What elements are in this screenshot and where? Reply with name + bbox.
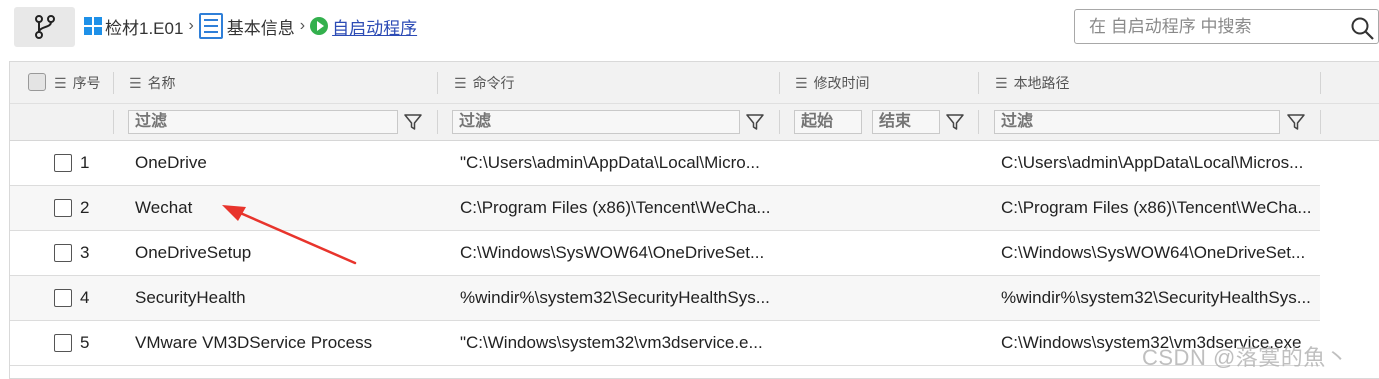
column-divider[interactable] — [779, 72, 780, 94]
column-header-mtime-label: 修改时间 — [813, 75, 870, 91]
column-divider — [437, 110, 438, 134]
breadcrumb-autostart-label[interactable]: 自启动程序 — [332, 14, 417, 39]
filter-icon[interactable] — [1286, 112, 1306, 132]
column-divider[interactable] — [978, 72, 979, 94]
column-header-cmd[interactable]: ☰ 命令行 — [454, 62, 515, 104]
breadcrumb-evidence-label: 检材1.E01 — [105, 18, 184, 38]
row-checkbox[interactable] — [54, 334, 72, 352]
column-header-seq[interactable]: ☰ 序号 — [54, 62, 101, 104]
column-divider — [113, 110, 114, 134]
row-number: 5 — [80, 333, 90, 352]
filter-icon[interactable] — [403, 112, 423, 132]
name-filter-input[interactable] — [128, 110, 398, 134]
select-all-checkbox[interactable] — [28, 73, 46, 91]
row-name: Wechat — [135, 198, 193, 217]
branch-icon — [34, 15, 55, 39]
row-path: C:\Program Files (x86)\Tencent\WeCha... — [1001, 198, 1312, 217]
row-command: "C:\Windows\system32\vm3dservice.e... — [460, 333, 763, 352]
row-name: VMware VM3DService Process — [135, 333, 373, 352]
table-header: ☰ 序号 ☰ 名称 ☰ 命令行 ☰ 修改时间 ☰ 本地路径 — [10, 62, 1379, 104]
column-menu-icon: ☰ — [54, 74, 67, 91]
column-header-seq-label: 序号 — [72, 75, 101, 91]
table-row[interactable]: 2 Wechat C:\Program Files (x86)\Tencent\… — [10, 186, 1320, 231]
row-checkbox[interactable] — [54, 199, 72, 217]
column-menu-icon: ☰ — [129, 74, 142, 91]
column-divider — [978, 110, 979, 134]
watermark: CSDN @落寞的魚丶 — [1142, 345, 1349, 370]
filter-icon[interactable] — [745, 112, 765, 132]
column-divider — [1320, 110, 1321, 134]
row-path: C:\Windows\SysWOW64\OneDriveSet... — [1001, 243, 1306, 262]
table-row[interactable]: 3 OneDriveSetup C:\Windows\SysWOW64\OneD… — [10, 231, 1320, 276]
row-checkbox[interactable] — [54, 154, 72, 172]
column-menu-icon: ☰ — [995, 74, 1008, 91]
row-checkbox[interactable] — [54, 244, 72, 262]
path-filter-input[interactable] — [994, 110, 1280, 134]
column-header-path[interactable]: ☰ 本地路径 — [995, 62, 1070, 104]
mtime-end-input[interactable] — [872, 110, 940, 134]
column-divider[interactable] — [1320, 72, 1321, 94]
table-row[interactable]: 4 SecurityHealth %windir%\system32\Secur… — [10, 276, 1320, 321]
column-menu-icon: ☰ — [795, 74, 808, 91]
column-header-path-label: 本地路径 — [1013, 75, 1070, 91]
filter-icon[interactable] — [945, 112, 965, 132]
column-header-cmd-label: 命令行 — [472, 75, 515, 91]
column-divider[interactable] — [437, 72, 438, 94]
row-name: OneDrive — [135, 153, 207, 172]
toolbar: 检材1.E01 › 基本信息 › 自启动程序 — [0, 0, 1379, 56]
column-menu-icon: ☰ — [454, 74, 467, 91]
column-header-name[interactable]: ☰ 名称 — [129, 62, 176, 104]
column-divider[interactable] — [113, 72, 114, 94]
search-icon[interactable] — [1350, 16, 1376, 40]
mtime-start-input[interactable] — [794, 110, 862, 134]
row-command: C:\Program Files (x86)\Tencent\WeCha... — [460, 198, 771, 217]
play-icon — [310, 17, 329, 35]
list-icon — [198, 13, 223, 39]
row-number: 4 — [80, 288, 90, 307]
search-box — [1074, 9, 1379, 44]
row-number: 3 — [80, 243, 90, 262]
breadcrumb-autostart[interactable]: 自启动程序 — [310, 14, 417, 39]
breadcrumb-separator: › — [188, 17, 194, 34]
row-name: OneDriveSetup — [135, 243, 252, 262]
autostart-table: ☰ 序号 ☰ 名称 ☰ 命令行 ☰ 修改时间 ☰ 本地路径 过滤 过滤 起始 结… — [9, 61, 1379, 379]
row-number: 2 — [80, 198, 90, 217]
row-command: C:\Windows\SysWOW64\OneDriveSet... — [460, 243, 765, 262]
breadcrumb-separator: › — [299, 17, 306, 34]
search-input[interactable] — [1075, 16, 1335, 37]
breadcrumb-basic-info[interactable]: 基本信息 — [198, 13, 295, 39]
row-name: SecurityHealth — [135, 288, 246, 307]
breadcrumb: 检材1.E01 › 基本信息 › 自启动程序 — [84, 10, 417, 42]
table-row[interactable]: 1 OneDrive "C:\Users\admin\AppData\Local… — [10, 141, 1320, 186]
breadcrumb-evidence[interactable]: 检材1.E01 — [84, 14, 183, 39]
row-checkbox[interactable] — [54, 289, 72, 307]
filter-row — [10, 104, 1379, 141]
table-row[interactable]: 5 VMware VM3DService Process "C:\Windows… — [10, 321, 1320, 366]
column-header-name-label: 名称 — [147, 75, 176, 91]
windows-icon — [84, 17, 102, 35]
cmd-filter-input[interactable] — [452, 110, 740, 134]
row-number: 1 — [80, 153, 90, 172]
row-command: "C:\Users\admin\AppData\Local\Micro... — [460, 153, 760, 172]
row-command: %windir%\system32\SecurityHealthSys... — [460, 288, 770, 307]
branch-button[interactable] — [14, 7, 75, 47]
row-path: C:\Users\admin\AppData\Local\Micros... — [1001, 153, 1304, 172]
column-header-mtime[interactable]: ☰ 修改时间 — [795, 62, 870, 104]
row-path: %windir%\system32\SecurityHealthSys... — [1001, 288, 1311, 307]
column-divider — [779, 110, 780, 134]
breadcrumb-basic-info-label: 基本信息 — [226, 18, 295, 38]
